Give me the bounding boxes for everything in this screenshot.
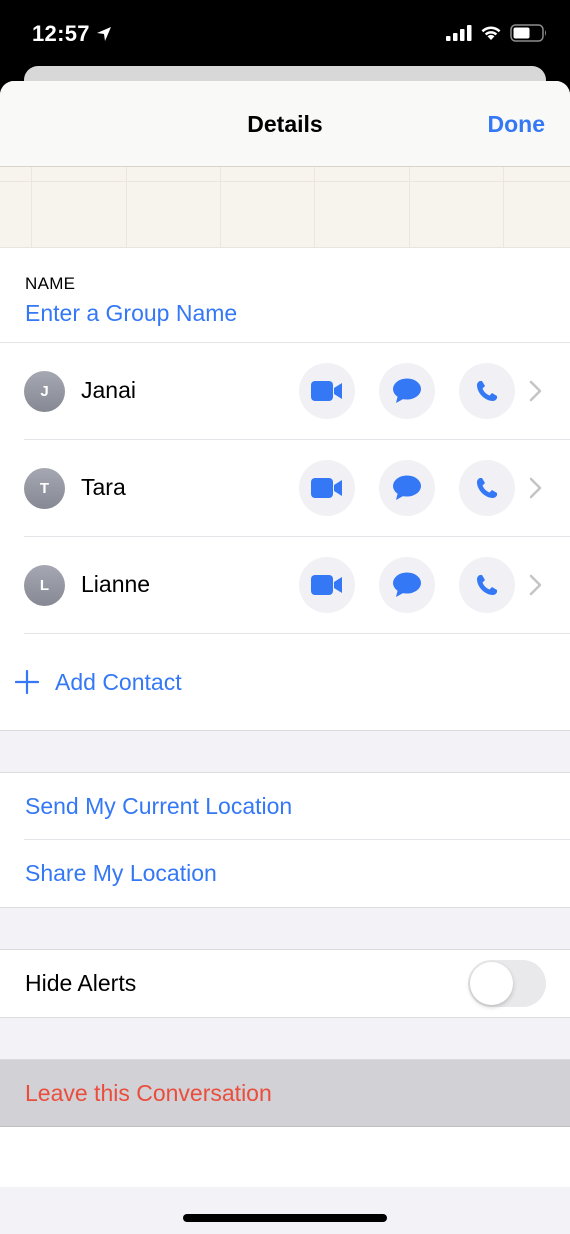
hide-alerts-row: Hide Alerts [0,950,570,1017]
contact-name: Tara [81,474,126,500]
chevron-right-icon[interactable] [528,379,544,403]
group-section: NAME J Janai T Tara [0,248,570,730]
send-current-location-label: Send My Current Location [25,793,293,819]
wifi-icon [481,26,501,40]
add-contact-button[interactable]: Add Contact [0,634,570,730]
send-current-location-button[interactable]: Send My Current Location [0,773,570,840]
status-time-group: 12:57 [32,21,112,47]
message-bubble-icon [393,475,421,500]
page-title: Details [247,111,323,137]
hide-alerts-toggle[interactable] [468,960,546,1007]
status-bar: 12:57 [0,0,570,66]
battery-icon [510,24,546,42]
message-button[interactable] [379,557,435,613]
avatar: L [24,565,65,606]
toggle-knob [470,962,513,1005]
share-location-button[interactable]: Share My Location [0,840,570,907]
message-button[interactable] [379,460,435,516]
section-gap [0,1017,570,1060]
video-call-button[interactable] [299,460,355,516]
home-indicator[interactable] [183,1214,387,1222]
video-camera-icon [311,575,342,595]
map-road [31,167,32,247]
status-time: 12:57 [32,21,90,46]
avatar: T [24,468,65,509]
map-road [126,167,127,247]
leave-conversation-button[interactable]: Leave this Conversation [0,1060,570,1127]
group-name-input[interactable] [25,300,545,327]
hide-alerts-label: Hide Alerts [25,970,137,996]
map-road [409,167,410,247]
done-button[interactable]: Done [488,111,546,138]
name-label: NAME [25,274,76,293]
chevron-right-icon[interactable] [528,573,544,597]
bottom-spacer [0,1127,570,1187]
location-arrow-icon [96,27,111,41]
video-call-button[interactable] [299,557,355,613]
add-contact-label: Add Contact [55,669,182,695]
phone-icon [477,381,497,401]
video-call-button[interactable] [299,363,355,419]
contact-name: Janai [81,377,136,403]
chevron-right-icon[interactable] [528,476,544,500]
share-location-label: Share My Location [25,860,217,886]
location-map[interactable] [0,167,570,248]
phone-call-button[interactable] [459,557,515,613]
contact-row[interactable]: J Janai [0,343,570,440]
avatar: J [24,371,65,412]
map-road [503,167,504,247]
cellular-signal-icon [446,25,472,41]
message-button[interactable] [379,363,435,419]
phone-icon [477,478,497,498]
map-road [314,167,315,247]
status-icons [446,24,548,42]
section-gap [0,730,570,773]
video-camera-icon [311,478,342,498]
group-name-section: NAME [0,248,570,343]
section-gap [0,907,570,950]
phone-call-button[interactable] [459,363,515,419]
video-camera-icon [311,381,342,401]
phone-icon [477,575,497,595]
map-road [0,181,570,182]
message-bubble-icon [393,572,421,597]
details-sheet: Details Done NAME J Janai [0,81,570,1234]
contact-name: Lianne [81,571,151,597]
navigation-bar: Details Done [0,81,570,167]
map-road [220,167,221,247]
contact-row[interactable]: L Lianne [0,537,570,634]
contact-row[interactable]: T Tara [0,440,570,537]
phone-call-button[interactable] [459,460,515,516]
plus-icon [15,670,39,694]
message-bubble-icon [393,378,421,403]
leave-conversation-label: Leave this Conversation [25,1080,272,1106]
